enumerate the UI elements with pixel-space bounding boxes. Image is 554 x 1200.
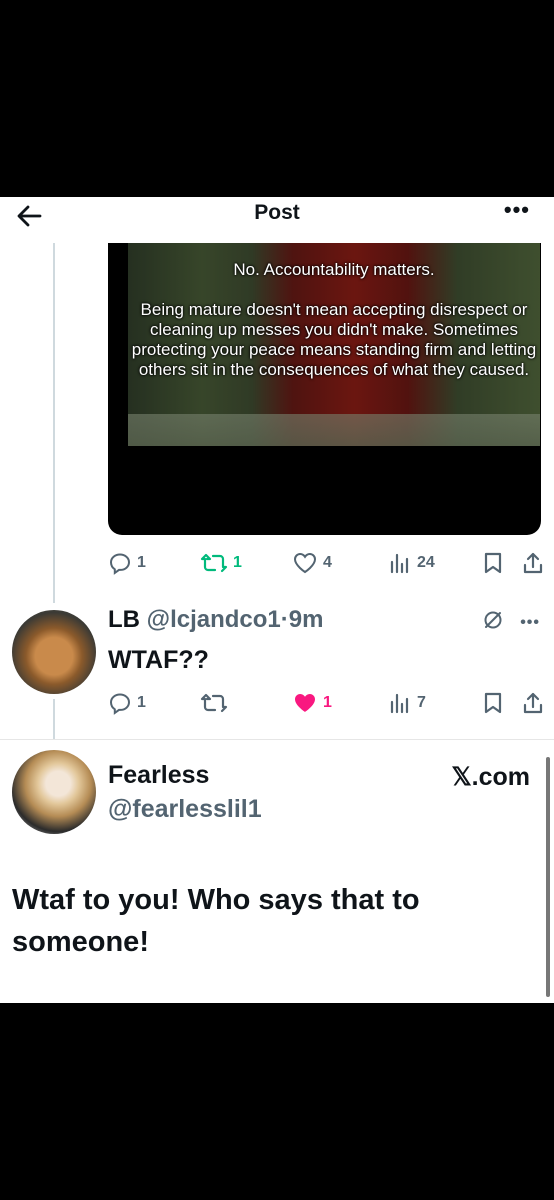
reply-text: WTAF?? xyxy=(108,646,209,674)
views-button[interactable]: 24 xyxy=(388,548,435,578)
bookmark-icon xyxy=(484,552,502,574)
bookmark-button[interactable] xyxy=(482,548,504,578)
views-icon xyxy=(390,693,409,714)
like-button[interactable]: 1 xyxy=(292,688,332,718)
post-image[interactable]: No. Accountability matters. Being mature… xyxy=(108,243,541,535)
more-options-icon[interactable]: ••• xyxy=(504,197,530,223)
repost-count: 1 xyxy=(233,554,242,571)
avatar[interactable] xyxy=(12,750,96,834)
reply-author-handle[interactable]: @lcjandco1 xyxy=(147,606,281,633)
image-caption-title: No. Accountability matters. xyxy=(233,260,435,279)
reply-time: 9m xyxy=(288,606,324,633)
repost-icon xyxy=(200,693,228,713)
bookmark-icon xyxy=(484,692,502,714)
views-button[interactable]: 7 xyxy=(388,688,426,718)
reply-button[interactable]: 1 xyxy=(108,688,146,718)
reply-count: 1 xyxy=(137,694,146,711)
views-count: 24 xyxy=(417,554,435,571)
embed-text: Wtaf to you! Who says that to someone! xyxy=(12,884,420,958)
bookmark-button[interactable] xyxy=(482,688,504,718)
divider xyxy=(0,739,554,740)
reply-menu: ••• xyxy=(482,609,540,636)
more-options-icon[interactable]: ••• xyxy=(520,614,540,632)
reply-action-bar: 1 1 7 xyxy=(108,688,548,718)
image-caption-body: Being mature doesn't mean accepting disr… xyxy=(131,300,537,379)
repost-button[interactable] xyxy=(200,688,228,718)
reply-icon xyxy=(109,693,131,715)
reply-author: LB @lcjandco1·9m xyxy=(108,606,324,633)
post-action-bar: 1 1 4 24 xyxy=(108,548,548,578)
reply-count: 1 xyxy=(137,554,146,571)
reply-author-name[interactable]: LB xyxy=(108,606,140,633)
views-icon xyxy=(390,553,409,574)
like-button[interactable]: 4 xyxy=(292,548,332,578)
share-button[interactable] xyxy=(522,548,544,578)
thread-line-reply xyxy=(53,699,55,739)
like-count: 4 xyxy=(323,554,332,571)
share-icon xyxy=(523,692,543,714)
image-caption: No. Accountability matters. Being mature… xyxy=(128,260,540,380)
views-count: 7 xyxy=(417,694,426,711)
x-logo[interactable]: 𝕏.com xyxy=(452,762,531,792)
heart-icon xyxy=(293,552,317,574)
page-title: Post xyxy=(254,201,300,224)
scrollbar[interactable] xyxy=(546,757,550,997)
heart-filled-icon xyxy=(295,694,315,712)
grok-icon[interactable] xyxy=(482,609,504,636)
like-count: 1 xyxy=(323,694,332,711)
reply-icon xyxy=(109,553,131,575)
top-bar: Post ••• xyxy=(0,197,554,243)
reply-button[interactable]: 1 xyxy=(108,548,146,578)
share-icon xyxy=(523,552,543,574)
thread-line xyxy=(53,243,55,603)
embed-author-name[interactable]: Fearless xyxy=(108,761,209,790)
repost-icon xyxy=(200,553,228,573)
share-button[interactable] xyxy=(522,688,544,718)
embed-author-handle[interactable]: @fearlesslil1 xyxy=(108,795,262,824)
avatar[interactable] xyxy=(12,610,96,694)
screen: Post ••• No. Accountability matters. Bei… xyxy=(0,197,554,1003)
repost-button[interactable]: 1 xyxy=(200,548,242,578)
